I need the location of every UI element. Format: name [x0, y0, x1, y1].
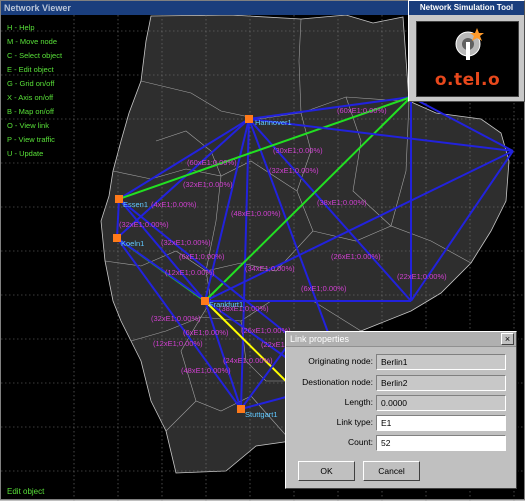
link-label: (6xE1;0.00%) [179, 252, 225, 261]
count-row: Count: [286, 435, 518, 451]
logo-panel-title: Network Simulation Tool [409, 1, 524, 15]
length-row: Length: [286, 395, 518, 411]
length-field[interactable] [376, 395, 506, 411]
link-label: (32xE1;0.00%) [151, 314, 201, 323]
link-label: (60xE1;0.00%) [187, 158, 237, 167]
ok-button[interactable]: OK [298, 461, 355, 481]
link-label: (48xE1;0.00%) [231, 209, 281, 218]
dialog-title-bar: Link properties × [286, 332, 516, 347]
link-label: (60xE1;0.00%) [337, 106, 387, 115]
originating-node-row: Originating node: [286, 354, 518, 370]
otelo-logo: o.tel.o [416, 21, 519, 97]
length-label: Length: [344, 397, 373, 407]
link-label: (32xE1;0.00%) [119, 220, 169, 229]
help-menu-item[interactable]: U - Update [7, 147, 62, 161]
dialog-title: Link properties [290, 334, 350, 344]
link-type-field[interactable] [376, 415, 506, 431]
link-label: (22xE1;0.00%) [397, 272, 447, 281]
node-essen[interactable] [115, 195, 123, 203]
node-label-hannover: Hannover1 [255, 118, 292, 127]
link-label: (26xE1;0.00%) [331, 252, 381, 261]
originating-node-field[interactable] [376, 354, 506, 370]
destination-node-row: Destionation node: [286, 375, 518, 391]
help-menu-item[interactable]: H - Help [7, 21, 62, 35]
help-menu-item[interactable]: G - Grid on/off [7, 77, 62, 91]
link-label: (38xE1;0.00%) [317, 198, 367, 207]
link-type-row: Link type: [286, 415, 518, 431]
help-menu-item[interactable]: C - Select object [7, 49, 62, 63]
link-label: (12xE1;0.00%) [153, 339, 203, 348]
count-field[interactable] [376, 435, 506, 451]
logo-text: o.tel.o [434, 70, 501, 90]
originating-node-label: Originating node: [308, 356, 373, 366]
link-properties-dialog: Link properties × Originating node: Dest… [285, 331, 517, 489]
link-type-label: Link type: [336, 417, 373, 427]
node-frankfurt[interactable] [201, 297, 209, 305]
node-label-koeln: Koeln1 [121, 239, 144, 248]
node-koeln[interactable] [113, 234, 121, 242]
link-label: (48xE1;0.00%) [181, 366, 231, 375]
node-hannover[interactable] [245, 115, 253, 123]
help-menu-item[interactable]: E - Edit object [7, 63, 62, 77]
link-label: (32xE1;0.00%) [183, 180, 233, 189]
destination-node-field[interactable] [376, 375, 506, 391]
help-menu-item[interactable]: M - Move node [7, 35, 62, 49]
link-label: (6xE1;0.00%) [183, 328, 229, 337]
viewer-title-bar: Network Viewer [1, 1, 409, 15]
link-label: (30xE1;0.00%) [273, 146, 323, 155]
link-label: (6xE1;0.00%) [301, 284, 347, 293]
close-button[interactable]: × [501, 333, 514, 345]
link-label: (34xE1;0.00%) [245, 264, 295, 273]
help-menu-item[interactable]: X - Axis on/off [7, 91, 62, 105]
link-label: (32xE1;0.00%) [269, 166, 319, 175]
node-label-stuttgart: Stuttgart1 [245, 410, 278, 419]
network-simulation-tool-panel: Network Simulation Tool o.tel.o [408, 0, 525, 102]
node-stuttgart[interactable] [237, 405, 245, 413]
viewer-title: Network Viewer [4, 3, 71, 13]
help-menu-item[interactable]: O - View link [7, 119, 62, 133]
link-label: (12xE1;0.00%) [165, 268, 215, 277]
link-label: (26xE1;0.00%) [241, 326, 291, 335]
destination-node-label: Destionation node: [302, 377, 373, 387]
help-menu-item[interactable]: P - View traffic [7, 133, 62, 147]
link-label: (4xE1;0.00%) [151, 200, 197, 209]
link-label: (32xE1;0.00%) [161, 238, 211, 247]
node-label-essen: Essen1 [123, 200, 148, 209]
link-label: (24xE1;0.00%) [223, 356, 273, 365]
help-menu: H - Help M - Move node C - Select object… [7, 21, 62, 161]
cancel-button[interactable]: Cancel [363, 461, 420, 481]
node-label-frankfurt: Frankfurt1 [209, 300, 243, 309]
status-text: Edit object [7, 487, 45, 496]
count-label: Count: [347, 437, 373, 447]
help-menu-item[interactable]: B - Map on/off [7, 105, 62, 119]
